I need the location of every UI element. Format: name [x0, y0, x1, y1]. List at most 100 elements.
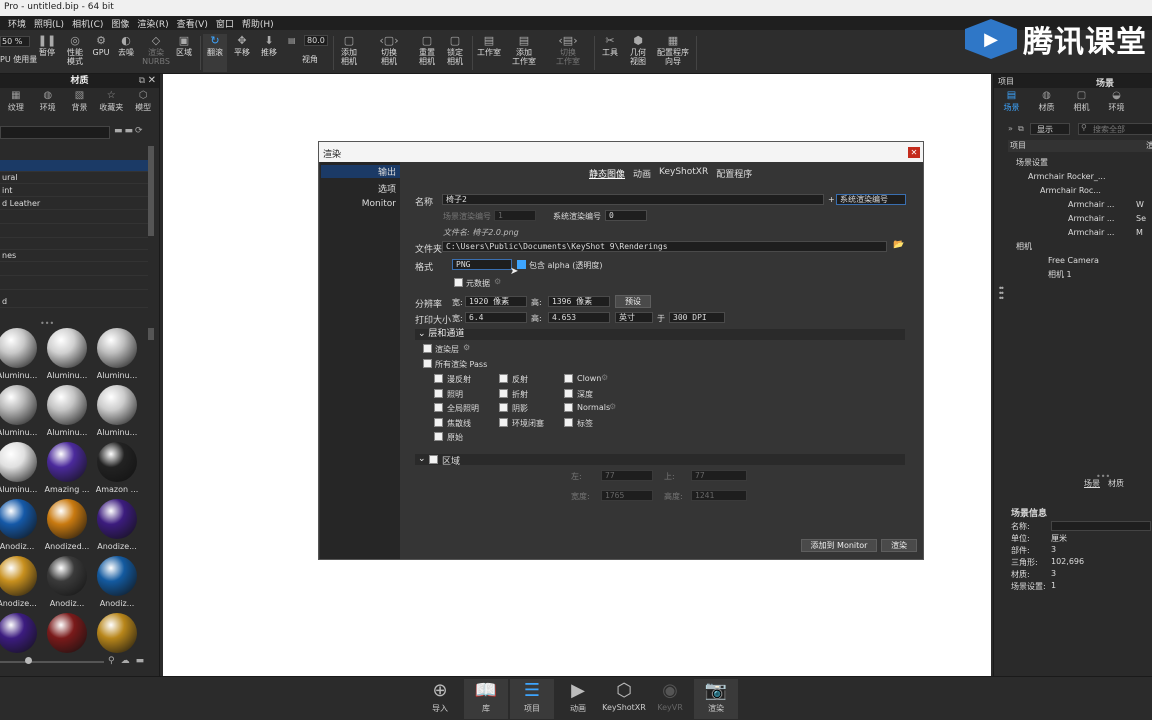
region-width-input[interactable]: 1765 — [601, 490, 653, 501]
sys-number-input[interactable]: 0 — [605, 210, 647, 221]
fov-input[interactable]: 80.0 — [304, 35, 328, 46]
material-thumbnail[interactable]: Anodize... — [0, 556, 40, 612]
tools-button[interactable]: ✂ 工具 — [598, 34, 622, 72]
sidebar-item-monitor[interactable]: Monitor — [362, 199, 396, 209]
tab-configurator[interactable]: 配置程序 — [716, 167, 752, 180]
scene-tree-item[interactable]: Free Camera — [1008, 254, 1152, 267]
name-token-select[interactable]: 系统渲染编号 — [836, 194, 906, 205]
slider-handle[interactable] — [25, 657, 32, 664]
menu-environment[interactable]: 环境 — [8, 17, 26, 30]
menu-help[interactable]: 帮助(H) — [242, 17, 274, 30]
scene-tree-item[interactable]: 场景设置 — [1008, 156, 1152, 169]
material-thumbnail[interactable]: Aluminu... — [94, 385, 140, 441]
library-search-input[interactable] — [0, 126, 110, 139]
scene-tree-item[interactable]: Armchair Roc... — [1008, 184, 1152, 197]
pass-normals-checkbox[interactable] — [564, 403, 573, 412]
import-button[interactable]: ⊕ 导入 — [418, 679, 462, 719]
splitter-handle[interactable]: ••• — [40, 319, 54, 328]
pass-gi-checkbox[interactable] — [434, 403, 443, 412]
normals-settings-icon[interactable]: ⚙ — [609, 402, 616, 411]
scene-tree-item[interactable]: 相机 1 — [1008, 268, 1152, 281]
print-width-input[interactable]: 6.4 — [465, 312, 527, 323]
width-input[interactable]: 1920 像素 — [465, 296, 527, 307]
menu-render[interactable]: 渲染(R) — [137, 17, 168, 30]
material-thumbnail[interactable]: Amazing ... — [44, 442, 90, 498]
tree-item[interactable]: d — [0, 296, 148, 308]
print-unit-select[interactable]: 英寸 — [615, 312, 653, 323]
region-section-header[interactable]: ⌄ — [415, 454, 905, 465]
tab-keyshotxr[interactable]: KeyShotXR — [659, 167, 708, 180]
pass-diffuse-checkbox[interactable] — [434, 374, 443, 383]
tree-item[interactable]: d Leather — [0, 198, 148, 210]
print-height-input[interactable]: 4.653 — [548, 312, 610, 323]
tumble-button[interactable]: ↻ 翻滚 — [203, 34, 227, 72]
tab-still-image[interactable]: 静态图像 — [589, 167, 625, 180]
studio-button[interactable]: ▤ 工作室 — [475, 34, 503, 72]
render-button[interactable]: 渲染 — [881, 539, 917, 552]
scene-tree-item[interactable]: Armchair ... Se — [1008, 212, 1152, 225]
scene-tree-item[interactable]: Armchair ... M — [1008, 226, 1152, 239]
material-thumbnail[interactable]: Aluminu... — [0, 385, 40, 441]
pass-refraction-checkbox[interactable] — [499, 389, 508, 398]
denoise-button[interactable]: ◐ 去噪 — [114, 34, 138, 72]
add-to-monitor-button[interactable]: 添加到 Monitor — [801, 539, 877, 552]
tab-environment[interactable]: ◒ 环境 — [1099, 90, 1134, 118]
folder-tools-icon[interactable]: ▬▬⟳ — [114, 126, 145, 136]
render-layers-checkbox[interactable] — [423, 344, 432, 353]
material-thumbnail[interactable] — [0, 613, 40, 656]
tree-item[interactable]: int — [0, 185, 148, 197]
metadata-checkbox[interactable] — [454, 278, 463, 287]
keyshotxr-button[interactable]: ⬡ KeyShotXR — [602, 679, 646, 719]
tree-item[interactable] — [0, 160, 148, 172]
preset-button[interactable]: 预设 — [615, 295, 651, 308]
tab-animation[interactable]: 动画 — [633, 167, 651, 180]
expand-icon[interactable]: » — [1008, 124, 1013, 133]
keyvr-button[interactable]: ◉ KeyVR — [648, 679, 692, 719]
layers-section-header[interactable]: ⌄ 层和通道 — [415, 329, 905, 340]
scene-tree-item[interactable]: Armchair ... W — [1008, 198, 1152, 211]
pass-raw-checkbox[interactable] — [434, 432, 443, 441]
tree-item[interactable] — [0, 278, 148, 290]
lock-camera-button[interactable]: ▢ 锁定 相机 — [442, 34, 468, 72]
reset-camera-button[interactable]: ▢ 重置 相机 — [414, 34, 440, 72]
render-bottom-button[interactable]: 📷 渲染 — [694, 679, 738, 719]
menu-image[interactable]: 图像 — [111, 17, 129, 30]
switch-camera-button[interactable]: ‹▢› 切换 相机 — [372, 34, 406, 72]
bottom-tab-materials[interactable]: 材质 — [1108, 478, 1124, 489]
scene-tree-item[interactable]: 相机 — [1008, 240, 1152, 253]
geometry-view-button[interactable]: ⬢ 几何 视图 — [625, 34, 651, 72]
material-thumbnail[interactable]: Anodiz... — [0, 499, 40, 555]
region-checkbox[interactable] — [429, 455, 438, 464]
material-thumbnail[interactable]: Aluminu... — [44, 385, 90, 441]
region-height-input[interactable]: 1241 — [691, 490, 747, 501]
render-nurbs-button[interactable]: ◇ 渲染 NURBS — [142, 34, 170, 72]
material-thumbnail[interactable]: Anodize... — [94, 499, 140, 555]
material-thumbnail[interactable]: Amazon ... — [94, 442, 140, 498]
tab-textures[interactable]: ▦ 纹理 — [0, 90, 32, 118]
material-grid-scrollbar[interactable] — [148, 328, 154, 340]
show-filter-select[interactable]: 显示 — [1030, 123, 1070, 135]
pass-ao-checkbox[interactable] — [499, 418, 508, 427]
filter-icon[interactable]: ⧉ — [1018, 124, 1024, 134]
metadata-settings-icon[interactable]: ⚙ — [494, 277, 501, 286]
material-thumbnail[interactable]: Aluminu... — [0, 442, 40, 498]
scene-name-input[interactable] — [1051, 521, 1151, 531]
name-input[interactable]: 椅子2 — [442, 194, 824, 205]
menu-camera[interactable]: 相机(C) — [72, 17, 103, 30]
tab-environments[interactable]: ◍ 环境 — [32, 90, 64, 118]
format-select[interactable]: PNG — [452, 259, 512, 270]
material-thumbnail[interactable] — [94, 613, 140, 656]
pass-shadow-checkbox[interactable] — [499, 403, 508, 412]
sidebar-item-options[interactable]: 选项 — [378, 182, 396, 195]
close-icon[interactable]: ✕ — [148, 75, 156, 86]
performance-mode-button[interactable]: ◎ 性能 模式 — [62, 34, 88, 72]
scene-search-input[interactable]: 搜索全部 — [1078, 123, 1152, 135]
tab-models[interactable]: ⬡ 模型 — [127, 90, 159, 118]
scene-tree-item[interactable]: Armchair Rocker_... — [1008, 170, 1152, 183]
dolly-button[interactable]: ⬇ 推移 — [257, 34, 281, 72]
material-thumbnail[interactable]: Aluminu... — [44, 328, 90, 384]
tab-materials[interactable]: ◍ 材质 — [1029, 90, 1064, 118]
tab-scene[interactable]: ▤ 场景 — [994, 90, 1029, 118]
material-thumbnail[interactable]: Aluminu... — [94, 328, 140, 384]
gpu-button[interactable]: ⚙ GPU — [90, 34, 112, 72]
